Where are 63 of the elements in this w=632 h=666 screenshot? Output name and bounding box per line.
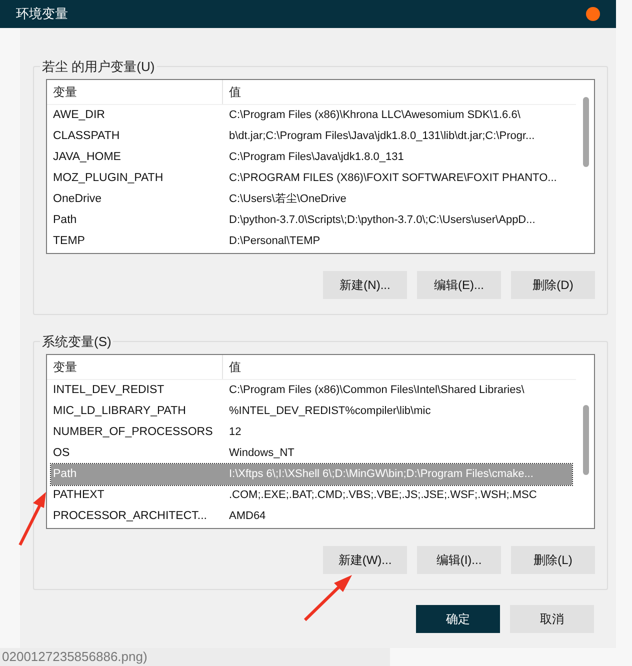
variable-value: C:\PROGRAM FILES (X86)\FOXIT SOFTWARE\FOXIT PHANTO... (228, 171, 558, 186)
variable-row[interactable]: JAVA_HOME C:\Program Files\Java\jdk1.8.0_131 (51, 147, 572, 168)
variable-row[interactable]: AWE_DIR C:\Program Files (x86)\Khrona LLC\Awesomium SDK\1.6.6\ (51, 105, 572, 126)
variable-value: C:\Users\若尘\OneDrive (228, 192, 348, 208)
dialog-button[interactable]: 删除(L) (511, 546, 595, 574)
variable-value: Windows_NT (228, 446, 296, 462)
variable-name: MOZ_PLUGIN_PATH (52, 170, 164, 186)
cancel-button[interactable]: 取消 (510, 605, 594, 633)
variable-name: TEMP (52, 234, 86, 249)
dialog-button[interactable]: 编辑(I)... (417, 546, 501, 574)
variable-row[interactable]: PROCESSOR_ARCHITECT... AMD64 (51, 506, 572, 527)
variable-value: C:\Program Files\Java\jdk1.8.0_131 (228, 150, 405, 166)
variable-name: MIC_LD_LIBRARY_PATH (52, 404, 187, 419)
variable-row[interactable]: CLASSPATH b\dt.jar;C:\Program Files\Java\jdk1.8.0_131\lib\dt.jar;C:\Progr... (51, 126, 572, 147)
variable-value: .COM;.EXE;.BAT;.CMD;.VBS;.VBE;.JS;.JSE;.WSF;.WSH;.MSC (228, 488, 538, 504)
variable-name: Path (52, 466, 78, 482)
variable-value: C:\Program Files (x86)\Khrona LLC\Awesomium SDK\1.6.6\ (228, 108, 522, 124)
variable-row[interactable]: NUMBER_OF_PROCESSORS 12 (51, 422, 572, 443)
variable-name: Path (52, 212, 78, 228)
variable-name: AWE_DIR (52, 108, 106, 123)
column-header[interactable]: 变量 (47, 355, 223, 379)
dialog-button[interactable]: 编辑(E)... (417, 271, 501, 299)
variable-row[interactable]: MOZ_PLUGIN_PATH C:\PROGRAM FILES (X86)\FOXIT SOFTWARE\FOXIT PHANTO... (51, 168, 572, 189)
variable-name: OS (52, 446, 71, 461)
scrollbar-thumb[interactable] (583, 97, 589, 167)
variable-name: OneDrive (52, 192, 103, 207)
dialog-button[interactable]: 删除(D) (511, 271, 595, 299)
variable-row[interactable]: INTEL_DEV_REDIST C:\Program Files (x86)\Common Files\Intel\Shared Libraries\ (51, 380, 572, 401)
variable-value: C:\Program Files (x86)\Common Files\Intel\Shared Libraries\ (228, 383, 526, 398)
scrollbar-thumb[interactable] (583, 405, 589, 475)
group-label: 系统变量(S) (40, 332, 114, 352)
column-header[interactable]: 值 (223, 80, 576, 104)
variable-value: b\dt.jar;C:\Program Files\Java\jdk1.8.0_131\lib\dt.jar;C:\Progr... (228, 129, 536, 144)
variable-name: PROCESSOR_ARCHITECT... (52, 508, 208, 524)
background-text: 0200127235856886.png) (2, 648, 148, 666)
variable-value: I:\Xftps 6\;I:\XShell 6\;D:\MinGW\bin;D:\Program Files\cmake... (228, 467, 534, 482)
variable-row[interactable]: OneDrive C:\Users\若尘\OneDrive (51, 189, 572, 210)
variable-row[interactable]: PATHEXT .COM;.EXE;.BAT;.CMD;.VBS;.VBE;.JS;.JSE;.WSF;.WSH;.MSC (51, 485, 572, 506)
group-label: 若尘 的用户变量(U) (40, 57, 157, 76)
variable-list[interactable] (46, 79, 595, 254)
variable-value: D:\python-3.7.0\Scripts\;D:\python-3.7.0\;C:\Users\user\AppD... (228, 213, 536, 228)
variable-row[interactable]: TEMP D:\Personal\TEMP (51, 231, 572, 252)
dialog-button[interactable]: 新建(W)... (323, 546, 407, 574)
variable-row[interactable]: MIC_LD_LIBRARY_PATH %INTEL_DEV_REDIST%compiler\lib\mic (51, 401, 572, 422)
variable-value: 12 (228, 425, 242, 440)
variable-name: CLASSPATH (52, 128, 121, 144)
dialog-button[interactable]: 新建(N)... (323, 271, 407, 299)
column-header[interactable]: 值 (223, 355, 576, 379)
variable-row[interactable]: Path D:\python-3.7.0\Scripts\;D:\python-3.7.0\;C:\Users\user\AppD... (51, 210, 572, 231)
annotation-arrow (304, 575, 352, 622)
variable-name: PATHEXT (52, 488, 106, 503)
variable-name: INTEL_DEV_REDIST (52, 382, 166, 398)
variable-value: D:\Personal\TEMP (228, 234, 322, 250)
variable-name: JAVA_HOME (52, 150, 122, 165)
column-header[interactable]: 变量 (47, 80, 223, 104)
ok-button[interactable]: 确定 (416, 605, 500, 633)
variable-list[interactable] (46, 354, 595, 529)
variable-value: %INTEL_DEV_REDIST%compiler\lib\mic (228, 404, 432, 420)
variable-name: NUMBER_OF_PROCESSORS (52, 424, 214, 440)
variable-value: AMD64 (228, 509, 267, 524)
annotation-arrow (18, 492, 46, 546)
variable-row[interactable]: OS Windows_NT (51, 443, 572, 464)
window-title: 环境变量 (16, 5, 68, 24)
